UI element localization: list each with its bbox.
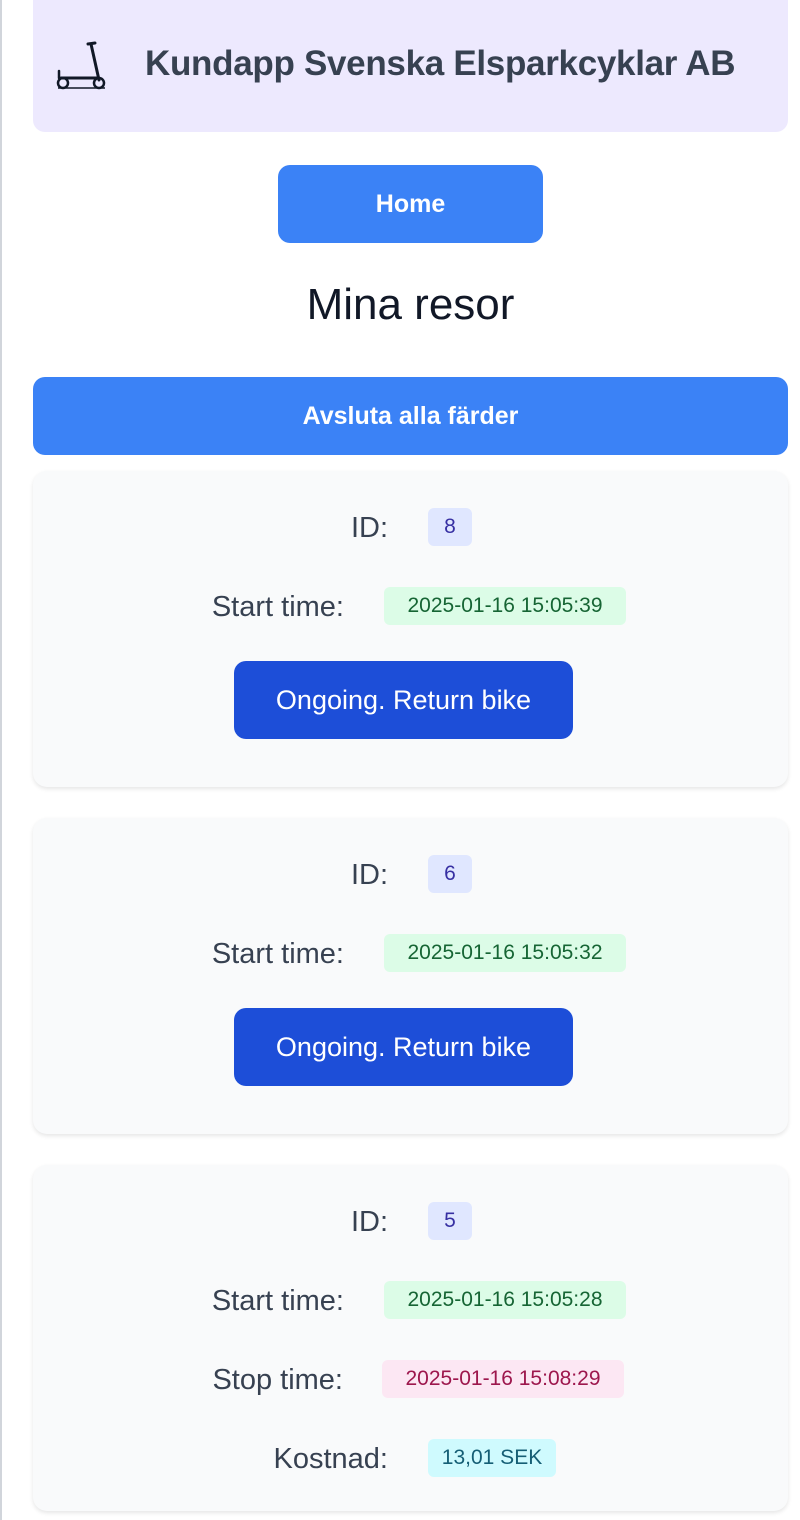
start-time-label: Start time: — [211, 1285, 344, 1317]
stop-time-badge: 2025-01-16 15:08:29 — [382, 1360, 624, 1398]
start-time-badge: 2025-01-16 15:05:32 — [384, 934, 626, 972]
stop-time-row: Stop time: 2025-01-16 15:08:29 — [33, 1360, 788, 1400]
trip-id-label: ID: — [350, 859, 388, 891]
end-all-trips-button[interactable]: Avsluta alla färder — [33, 377, 788, 455]
cost-badge: 13,01 SEK — [428, 1439, 556, 1477]
trip-id-label: ID: — [350, 1206, 388, 1238]
trip-id-badge: 5 — [428, 1202, 472, 1240]
cost-row: Kostnad: 13,01 SEK — [33, 1439, 788, 1479]
trip-id-row: ID: 5 — [33, 1202, 788, 1242]
page-title: Mina resor — [306, 280, 515, 329]
start-time-label: Start time: — [211, 591, 344, 623]
trip-card: ID: 6 Start time: 2025-01-16 15:05:32 On… — [33, 818, 788, 1134]
app-header: Kundapp Svenska Elsparkcyklar AB — [33, 0, 788, 132]
start-time-row: Start time: 2025-01-16 15:05:32 — [33, 934, 788, 974]
start-time-row: Start time: 2025-01-16 15:05:39 — [33, 587, 788, 627]
start-time-badge: 2025-01-16 15:05:39 — [384, 587, 626, 625]
return-bike-button[interactable]: Ongoing. Return bike — [234, 661, 573, 739]
kick-scooter-icon — [56, 41, 106, 90]
trip-card: ID: 5 Start time: 2025-01-16 15:05:28 St… — [33, 1165, 788, 1511]
cost-label: Kostnad: — [273, 1443, 388, 1475]
start-time-badge: 2025-01-16 15:05:28 — [384, 1281, 626, 1319]
trip-id-label: ID: — [350, 512, 388, 544]
start-time-row: Start time: 2025-01-16 15:05:28 — [33, 1281, 788, 1321]
trip-card: ID: 8 Start time: 2025-01-16 15:05:39 On… — [33, 471, 788, 787]
window-left-border — [0, 0, 2, 1520]
app-title: Kundapp Svenska Elsparkcyklar AB — [145, 44, 736, 83]
trip-id-badge: 8 — [428, 508, 472, 546]
home-button[interactable]: Home — [278, 165, 543, 243]
stop-time-label: Stop time: — [212, 1364, 343, 1396]
start-time-label: Start time: — [211, 938, 344, 970]
trip-id-row: ID: 8 — [33, 508, 788, 548]
trip-id-row: ID: 6 — [33, 855, 788, 895]
trip-id-badge: 6 — [428, 855, 472, 893]
return-bike-button[interactable]: Ongoing. Return bike — [234, 1008, 573, 1086]
